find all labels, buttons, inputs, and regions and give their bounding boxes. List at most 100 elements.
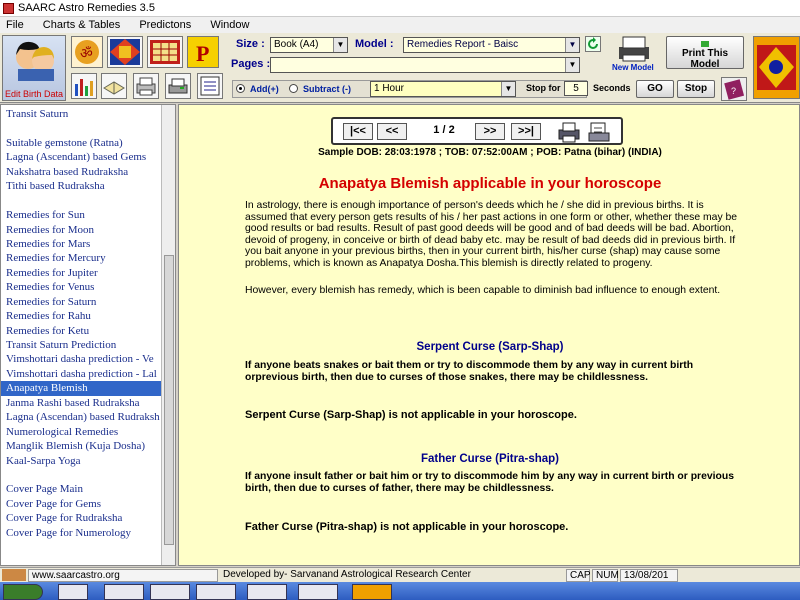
key-icon[interactable] [150,584,190,600]
sidebar-item[interactable]: Remedies for Moon [1,223,175,237]
sidebar-item[interactable]: Numerological Remedies [1,425,175,439]
pages-select[interactable]: ▼ [270,57,580,73]
printer-icon[interactable] [557,121,581,143]
sidebar-item[interactable]: Anapatya Blemish [1,381,175,396]
sidebar-item[interactable]: Remedies for Rahu [1,309,175,323]
sidebar-item[interactable]: Cover Page for Numerology [1,526,175,540]
app-logo-icon [2,569,26,581]
add-radio[interactable] [236,84,245,93]
date-text: 13/08/201 [620,569,678,582]
start-button[interactable] [3,584,43,600]
stop-for-input[interactable]: 5 [564,81,588,96]
p-book-icon[interactable]: P [187,36,219,68]
print-model-button[interactable]: Print This Model [666,36,744,70]
pages-label: Pages : [231,58,271,70]
num-indicator: NUM [592,569,619,582]
table-chart-icon[interactable] [147,36,183,68]
bar-chart-icon[interactable] [71,73,97,99]
edit-birth-data-button[interactable]: Edit Birth Data [2,35,66,101]
serpent-curse-heading: Serpent Curse (Sarp-Shap) [416,341,564,353]
chart-grid-icon[interactable] [107,36,143,68]
window-title: SAARC Astro Remedies 3.5 [18,2,155,14]
menu-file[interactable]: File [6,19,24,31]
scrollbar-thumb[interactable] [164,255,174,545]
website-text: www.saarcastro.org [28,569,218,582]
page-indicator: 1 / 2 [433,124,455,136]
developer-text: Developed by- Sarvanand Astrological Res… [223,569,471,580]
menu-predictions[interactable]: Predictons [139,19,191,31]
svg-text:P: P [196,41,209,66]
menu-bar: File Charts & Tables Predictons Window [0,17,800,33]
new-model-label: New Model [612,63,654,72]
sidebar-item[interactable]: Cover Page for Rudraksha [1,511,175,525]
sidebar-item[interactable]: Remedies for Mercury [1,251,175,265]
om-icon[interactable]: ॐ [71,36,103,68]
app-icon [3,3,14,14]
printer-icon [701,41,709,47]
father-curse-heading: Father Curse (Pitra-shap) [420,453,560,465]
interval-select[interactable]: 1 Hour ▼ [370,81,516,97]
size-select[interactable]: Book (A4) ▼ [270,37,348,53]
first-page-button[interactable]: |<< [343,123,373,140]
sidebar-item[interactable]: Transit Saturn Prediction [1,338,175,352]
sidebar-item[interactable]: Cover Page for Gems [1,497,175,511]
list-report-icon[interactable] [197,73,223,99]
sidebar-item[interactable]: Remedies for Mars [1,237,175,251]
sidebar-item[interactable]: Kaal-Sarpa Yoga [1,454,175,468]
print-setup-icon[interactable] [165,73,191,99]
last-page-button[interactable]: >>| [511,123,541,140]
sidebar-spacer [1,121,175,135]
chevron-down-icon: ▼ [333,38,347,52]
model-value: Remedies Report - Baisc [407,39,519,50]
prev-page-button[interactable]: << [377,123,407,140]
sidebar-item[interactable]: Nakshatra based Rudraksha [1,165,175,179]
refresh-icon[interactable] [585,36,601,52]
taskbar-app-1[interactable] [58,584,88,600]
new-model-button[interactable]: New Model [609,35,659,73]
print-preview-icon[interactable] [587,121,611,143]
next-page-button[interactable]: >> [475,123,505,140]
stop-for-label: Stop for [526,83,561,93]
sidebar-item[interactable]: Vimshottari dasha prediction - Ve [1,352,175,366]
menu-window[interactable]: Window [210,19,249,31]
sidebar-item[interactable]: Suitable gemstone (Ratna) [1,136,175,150]
key-icon[interactable] [104,584,144,600]
model-select[interactable]: Remedies Report - Baisc ▼ [403,37,580,53]
key-icon[interactable] [196,584,236,600]
go-button[interactable]: GO [636,80,674,98]
intro-paragraph: In astrology, there is enough importance… [245,200,738,269]
page-title: Anapatya Blemish applicable in your horo… [318,175,662,192]
printer-icon[interactable] [133,73,159,99]
sidebar-item[interactable]: Remedies for Saturn [1,295,175,309]
sidebar-item[interactable]: Remedies for Venus [1,280,175,294]
taskbar-app-5[interactable] [247,584,287,600]
sidebar-item[interactable]: Remedies for Sun [1,208,175,222]
sidebar-spacer [1,468,175,482]
sidebar-item[interactable]: Lagna (Ascendan) based Rudraksh [1,410,175,424]
subtract-radio[interactable] [289,84,298,93]
sidebar-item[interactable]: Remedies for Jupiter [1,266,175,280]
sidebar-spacer [1,194,175,208]
sidebar-item[interactable]: Lagna (Ascendant) based Gems [1,150,175,164]
add-label: Add(+) [250,84,279,94]
sidebar-item[interactable]: Janma Rashi based Rudraksha [1,396,175,410]
subtract-label: Subtract (-) [303,84,351,94]
astro-app-icon[interactable] [352,584,392,600]
sidebar-item[interactable]: Transit Saturn [1,107,175,121]
folder-icon[interactable] [298,584,338,600]
report-sections-list: Transit Saturn Suitable gemstone (Ratna) L… [0,104,176,566]
stop-button[interactable]: Stop [677,80,715,98]
sidebar-item[interactable]: Manglik Blemish (Kuja Dosha) [1,439,175,453]
menu-charts-tables[interactable]: Charts & Tables [43,19,120,31]
book-icon[interactable] [101,73,127,99]
sidebar-item[interactable]: Cover Page Main [1,482,175,496]
edit-birth-data-label: Edit Birth Data [4,89,64,99]
help-book-icon[interactable]: ? [721,77,747,101]
sidebar-item[interactable]: Tithi based Rudraksha [1,179,175,193]
people-icon [16,41,54,81]
sidebar-scrollbar[interactable] [161,105,175,565]
title-bar: SAARC Astro Remedies 3.5 [0,0,800,17]
sidebar-item[interactable]: Remedies for Ketu [1,324,175,338]
sidebar-item[interactable]: Vimshottari dasha prediction - Lal [1,367,175,381]
size-value: Book (A4) [274,39,319,50]
